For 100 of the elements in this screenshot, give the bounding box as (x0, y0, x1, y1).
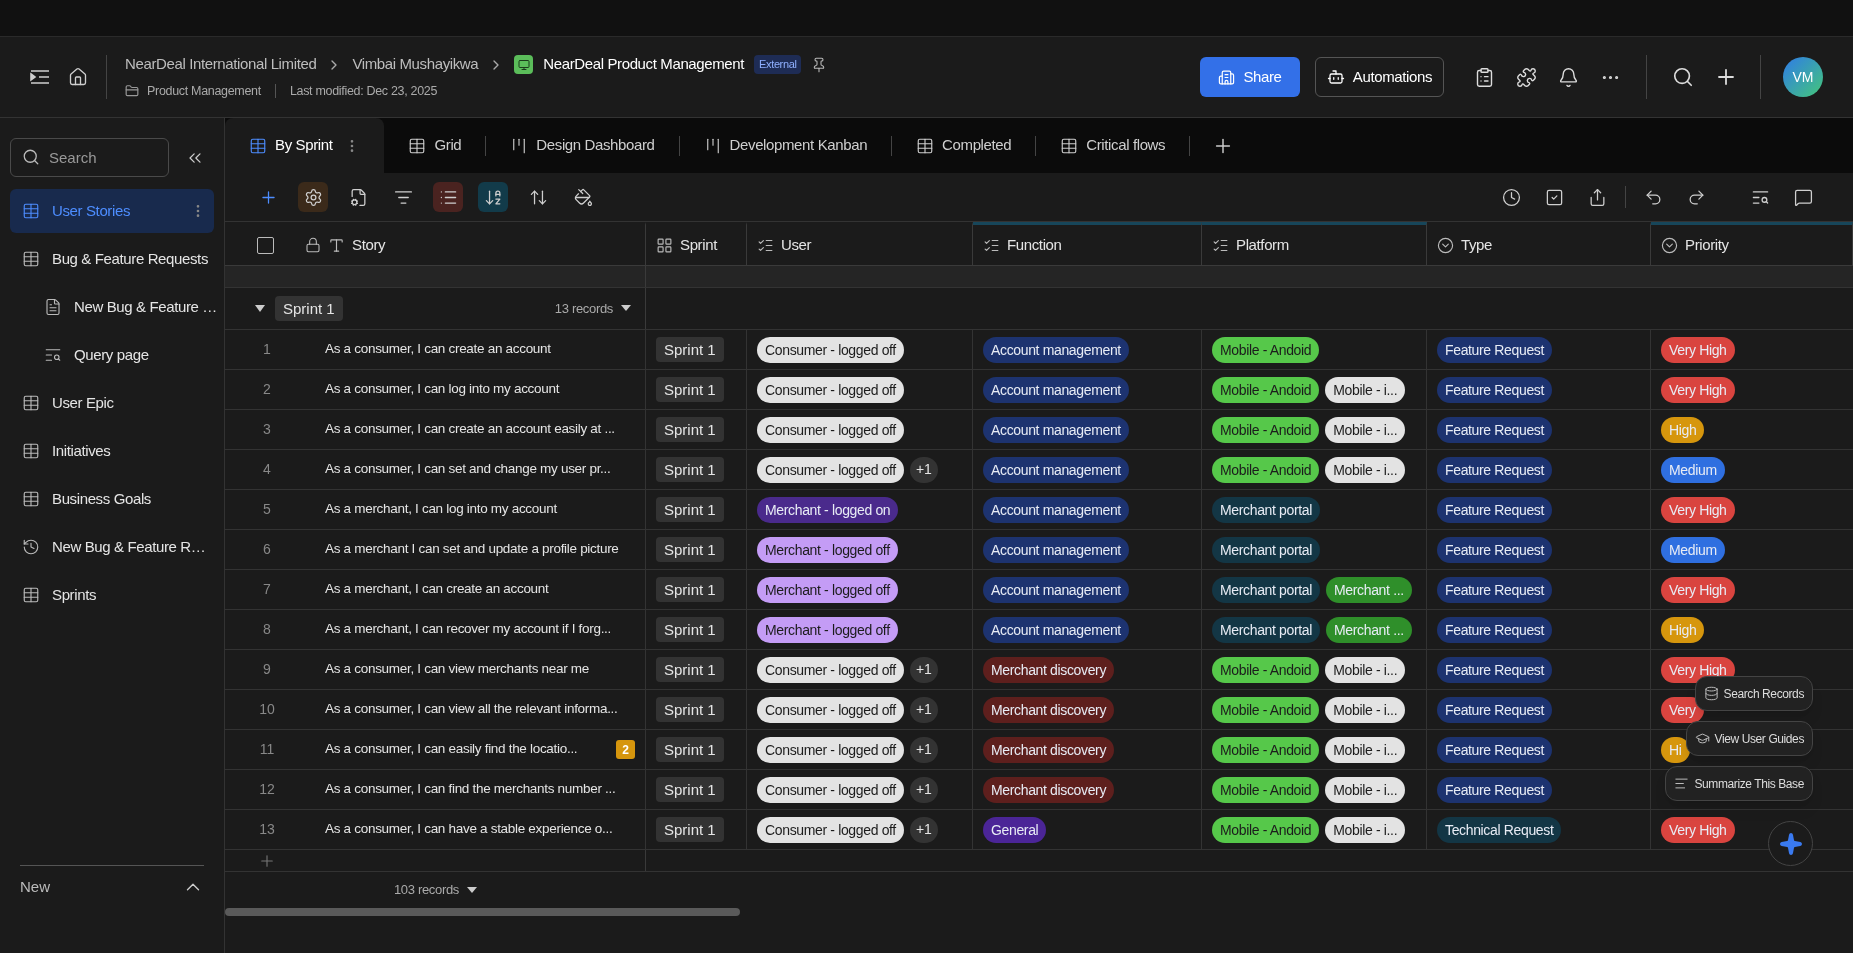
column-title[interactable]: User (781, 233, 812, 257)
sidebar-item[interactable]: User Epic (10, 381, 214, 425)
more-count[interactable]: +1 (909, 696, 938, 723)
home-icon[interactable] (68, 67, 88, 87)
sort-icon[interactable] (478, 182, 508, 212)
tag: Feature Request (1437, 376, 1553, 403)
more-count[interactable]: +1 (909, 736, 938, 763)
base-title: NearDeal Product Management (543, 54, 745, 75)
search-field[interactable]: Search (10, 138, 169, 177)
row-number: 12 (258, 780, 276, 799)
search-icon (22, 148, 40, 166)
row-number: 5 (262, 500, 272, 519)
view-tab[interactable]: Grid (384, 118, 486, 173)
automations-button[interactable]: Automations (1315, 57, 1444, 97)
assistant-action-button[interactable]: Summarize This Base (1665, 766, 1813, 801)
view-tab[interactable]: Development Kanban (679, 118, 892, 173)
sprint-link[interactable]: Sprint 1 (656, 777, 724, 802)
sidebar-item[interactable]: New Bug & Feature … (10, 285, 214, 329)
sidebar-item[interactable]: Business Goals (10, 477, 214, 521)
tag: Very High (1661, 816, 1735, 843)
tag: Merchant discovery (983, 696, 1115, 723)
tag: Mobile - Andoid (1212, 816, 1320, 843)
sidebar-item[interactable]: User Stories (10, 189, 214, 233)
scrollbar[interactable] (225, 908, 740, 916)
row-number: 11 (258, 740, 276, 759)
clipboard-icon[interactable] (1474, 66, 1495, 88)
dropdown-icon (1437, 236, 1454, 254)
tag: Medium (1661, 456, 1725, 483)
comment-icon[interactable] (1794, 187, 1813, 207)
clock-icon[interactable] (1502, 187, 1521, 207)
tag: Mobile - Andoid (1212, 376, 1320, 403)
column-title[interactable]: Story (352, 233, 386, 257)
share-icon[interactable] (1588, 187, 1607, 207)
collapse-triangle-icon[interactable] (255, 304, 265, 313)
select-all-checkbox[interactable] (257, 236, 274, 254)
sidebar-item-label: Initiatives (52, 440, 112, 461)
column-title[interactable]: Type (1461, 233, 1493, 257)
tag: Account management (983, 376, 1129, 403)
sprint-link[interactable]: Sprint 1 (656, 657, 724, 682)
sprint-link[interactable]: Sprint 1 (656, 537, 724, 562)
puzzle-icon[interactable] (1516, 66, 1537, 88)
sidebar-item[interactable]: Initiatives (10, 429, 214, 473)
table-icon (1060, 136, 1079, 155)
view-tab[interactable]: Completed (892, 118, 1036, 173)
tag: Mobile - Andoid (1212, 736, 1320, 763)
tag: High (1661, 416, 1705, 443)
breadcrumb-link[interactable]: NearDeal International Limited (125, 53, 317, 76)
tag: Account management (983, 456, 1129, 483)
tag: Consumer - logged off (757, 776, 904, 803)
search-icon[interactable] (1672, 66, 1694, 88)
list-icon[interactable] (433, 182, 463, 212)
sidebar-item-label: Bug & Feature Requests (52, 248, 208, 269)
column-title[interactable]: Function (1007, 233, 1062, 257)
view-tab[interactable]: By Sprint (225, 118, 385, 173)
sidebar-item[interactable]: Query page (10, 333, 214, 377)
tag: Mobile - i... (1325, 696, 1406, 723)
sprint-link[interactable]: Sprint 1 (656, 577, 724, 602)
sprint-link[interactable]: Sprint 1 (656, 457, 724, 482)
view-tab[interactable]: Critical flows (1036, 118, 1190, 173)
settings-icon[interactable] (298, 182, 328, 212)
grid-icon (656, 236, 673, 254)
sprint-link[interactable]: Sprint 1 (656, 377, 724, 402)
view-tab[interactable]: Design Dashboard (486, 118, 679, 173)
column-title[interactable]: Sprint (680, 233, 717, 257)
sidebar-item[interactable]: Bug & Feature Requests (10, 237, 214, 281)
more-count[interactable]: +1 (909, 456, 938, 483)
tag: Consumer - logged off (757, 376, 904, 403)
more-count[interactable]: +1 (909, 656, 938, 683)
breadcrumb-link[interactable]: Vimbai Mushayikwa (352, 53, 479, 76)
tag: Technical Request (1437, 816, 1562, 843)
tag: Consumer - logged off (757, 336, 904, 363)
query-icon (44, 346, 62, 364)
sidebar-item[interactable]: New Bug & Feature R… (10, 525, 214, 569)
row-number: 7 (262, 580, 272, 599)
tag: Merchant discovery (983, 776, 1115, 803)
sprint-link[interactable]: Sprint 1 (656, 337, 724, 362)
folder-name[interactable]: Product Management (147, 81, 261, 101)
new-label[interactable]: New (20, 875, 50, 898)
more-count[interactable]: +1 (909, 776, 938, 803)
sprint-link[interactable]: Sprint 1 (656, 617, 724, 642)
sidebar-toggle-icon[interactable] (30, 69, 50, 85)
bell-icon[interactable] (1558, 66, 1579, 88)
sprint-link[interactable]: Sprint 1 (656, 497, 724, 522)
tag: Merchant ... (1326, 616, 1412, 643)
dropdown-triangle-icon[interactable] (621, 305, 631, 312)
column-title[interactable]: Priority (1685, 233, 1729, 257)
dropdown-triangle-icon[interactable] (467, 886, 478, 894)
share-button[interactable]: Share (1200, 57, 1300, 97)
more-count[interactable]: +1 (909, 816, 938, 843)
story-text: As a consumer, I can create an account (324, 340, 552, 359)
sprint-link[interactable]: Sprint 1 (656, 417, 724, 442)
external-badge: External (754, 55, 802, 74)
sidebar-item[interactable]: Sprints (10, 573, 214, 617)
sprint-link[interactable]: Sprint 1 (656, 697, 724, 722)
ai-assistant-button[interactable] (1768, 821, 1813, 866)
assistant-action-button[interactable]: View User Guides (1685, 721, 1813, 756)
sprint-link[interactable]: Sprint 1 (656, 737, 724, 762)
checkbox-icon[interactable] (1545, 187, 1564, 207)
sprint-link[interactable]: Sprint 1 (656, 817, 724, 842)
column-title[interactable]: Platform (1236, 233, 1289, 257)
